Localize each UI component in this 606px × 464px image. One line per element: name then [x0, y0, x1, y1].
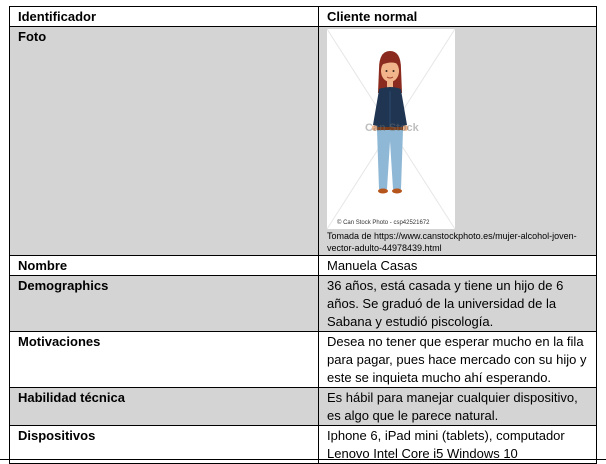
label-dispositivos: Dispositivos — [9, 425, 319, 464]
value-habilidad: Es hábil para manejar cualquier disposit… — [318, 387, 597, 426]
row-foto: Foto Can Stock © Can Stock Photo - csp42… — [9, 26, 597, 256]
watermark-logo: Can Stock — [365, 122, 419, 134]
value-identificador: Cliente normal — [318, 6, 597, 27]
label-nombre: Nombre — [9, 255, 319, 276]
label-habilidad: Habilidad técnica — [9, 387, 319, 426]
persona-table: Identificador Cliente normal Foto Can St… — [9, 6, 597, 464]
persona-photo: Can Stock © Can Stock Photo - csp4252167… — [327, 29, 455, 229]
photo-credit: © Can Stock Photo - csp42521672 — [337, 220, 430, 226]
page-divider — [0, 459, 606, 460]
row-dispositivos: Dispositivos Iphone 6, iPad mini (tablet… — [9, 425, 597, 464]
row-habilidad: Habilidad técnica Es hábil para manejar … — [9, 387, 597, 426]
value-demographics: 36 años, está casada y tiene un hijo de … — [318, 275, 597, 332]
value-motivaciones: Desea no tener que esperar mucho en la f… — [318, 331, 597, 388]
label-demographics: Demographics — [9, 275, 319, 332]
row-demographics: Demographics 36 años, está casada y tien… — [9, 275, 597, 332]
row-identificador: Identificador Cliente normal — [9, 6, 597, 27]
row-nombre: Nombre Manuela Casas — [9, 255, 597, 276]
label-foto: Foto — [9, 26, 319, 256]
photo-caption: Tomada de https://www.canstockphoto.es/m… — [327, 231, 577, 253]
label-motivaciones: Motivaciones — [9, 331, 319, 388]
row-motivaciones: Motivaciones Desea no tener que esperar … — [9, 331, 597, 388]
value-dispositivos: Iphone 6, iPad mini (tablets), computado… — [318, 425, 597, 464]
value-nombre: Manuela Casas — [318, 255, 597, 276]
photo-cell: Can Stock © Can Stock Photo - csp4252167… — [318, 26, 597, 256]
label-identificador: Identificador — [9, 6, 319, 27]
